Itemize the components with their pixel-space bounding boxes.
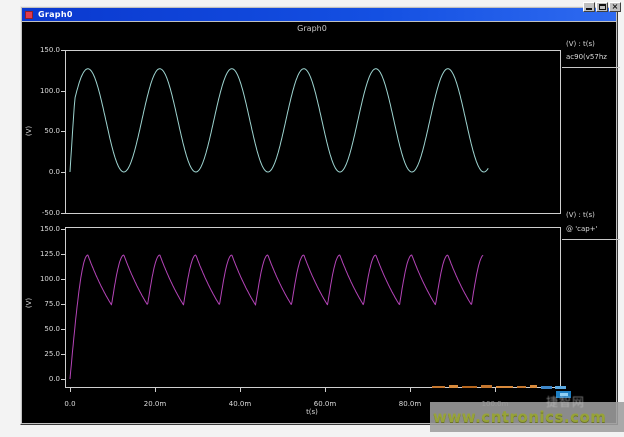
y-tick-mark bbox=[61, 229, 65, 230]
top-plot-area[interactable] bbox=[65, 50, 561, 214]
x-tick-mark bbox=[155, 388, 156, 392]
y-tick-label: 0.0 bbox=[26, 168, 60, 176]
x-tick-mark bbox=[240, 388, 241, 392]
x-tick-label: 20.0m bbox=[133, 400, 177, 408]
y-tick-mark bbox=[61, 50, 65, 51]
artifact-dash bbox=[496, 386, 513, 388]
artifact-dash bbox=[462, 386, 477, 388]
app-icon bbox=[25, 11, 33, 19]
y-tick-mark bbox=[61, 213, 65, 214]
y-tick-label: 100.0 bbox=[26, 275, 60, 283]
screen: Graph0 × Graph0 (V) (V) 150.0100.050.00.… bbox=[0, 0, 624, 437]
x-tick-label: 0.0 bbox=[48, 400, 92, 408]
bottom-legend-trace[interactable]: @ 'cap+' bbox=[566, 225, 622, 234]
y-tick-label: 25.0 bbox=[26, 350, 60, 358]
x-tick-mark bbox=[410, 388, 411, 392]
watermark-url-text: www.cntronics.com bbox=[433, 408, 623, 426]
y-tick-mark bbox=[61, 131, 65, 132]
artifact-dash bbox=[541, 386, 552, 389]
minimize-icon bbox=[586, 8, 592, 10]
bottom-plot-area[interactable] bbox=[65, 227, 561, 388]
y-tick-label: 50.0 bbox=[26, 325, 60, 333]
artifact-dash bbox=[530, 385, 537, 388]
y-tick-label: 150.0 bbox=[26, 46, 60, 54]
y-tick-mark bbox=[61, 379, 65, 380]
y-tick-label: 75.0 bbox=[26, 300, 60, 308]
y-tick-mark bbox=[61, 304, 65, 305]
x-tick-mark bbox=[495, 388, 496, 392]
x-tick-label: 80.0m bbox=[388, 400, 432, 408]
artifact-dash bbox=[481, 385, 492, 388]
y-tick-mark bbox=[61, 279, 65, 280]
y-tick-label: 0.0 bbox=[26, 375, 60, 383]
y-tick-label: 150.0 bbox=[26, 225, 60, 233]
y-tick-mark bbox=[61, 329, 65, 330]
bottom-legend-header: (V) : t(s) bbox=[566, 211, 622, 220]
y-tick-label: 100.0 bbox=[26, 87, 60, 95]
y-tick-mark bbox=[61, 254, 65, 255]
artifact-dash bbox=[517, 386, 526, 388]
y-tick-mark bbox=[61, 354, 65, 355]
bottom-legend-divider bbox=[562, 239, 620, 240]
y-tick-label: -50.0 bbox=[26, 209, 60, 217]
chart-title: Graph0 bbox=[212, 24, 412, 33]
close-button[interactable]: × bbox=[609, 2, 621, 12]
minimize-button[interactable] bbox=[583, 2, 595, 12]
x-axis-label: t(s) bbox=[282, 408, 342, 416]
x-tick-label: 60.0m bbox=[303, 400, 347, 408]
top-legend-trace[interactable]: ac90(v57hz bbox=[566, 53, 622, 62]
artifact-dash bbox=[432, 386, 445, 388]
x-tick-mark bbox=[70, 388, 71, 392]
y-tick-mark bbox=[61, 91, 65, 92]
title-bar[interactable]: Graph0 bbox=[22, 8, 616, 21]
artifact-dash bbox=[555, 386, 566, 389]
y-tick-label: 50.0 bbox=[26, 127, 60, 135]
window-controls: × bbox=[583, 2, 621, 12]
maximize-button[interactable] bbox=[596, 2, 608, 12]
x-tick-label: 40.0m bbox=[218, 400, 262, 408]
window-title: Graph0 bbox=[38, 10, 73, 19]
top-legend-divider bbox=[562, 67, 620, 68]
y-tick-label: 125.0 bbox=[26, 250, 60, 258]
maximize-icon bbox=[599, 4, 606, 10]
x-tick-mark bbox=[325, 388, 326, 392]
top-legend-header: (V) : t(s) bbox=[566, 40, 622, 49]
y-tick-mark bbox=[61, 172, 65, 173]
artifact-dash bbox=[449, 385, 458, 388]
